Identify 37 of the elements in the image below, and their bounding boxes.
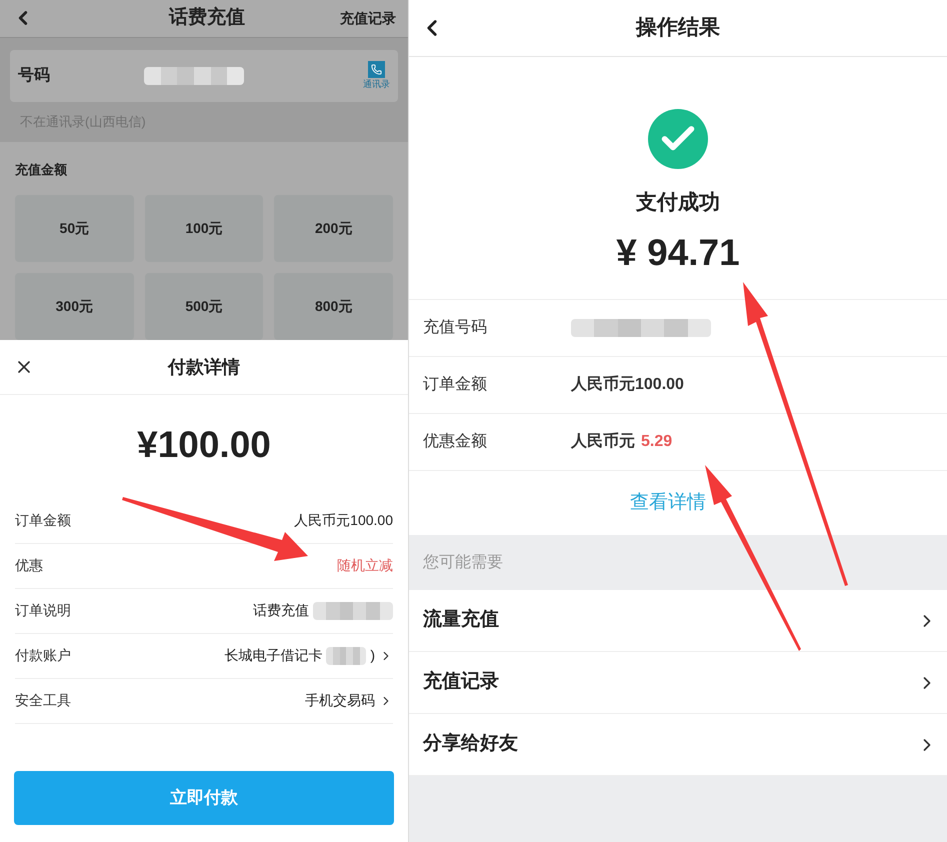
row-label: 优惠金额 bbox=[423, 432, 488, 452]
contacts-book-icon[interactable] bbox=[368, 60, 385, 78]
sheet-title: 付款详情 bbox=[168, 356, 240, 378]
row-value: 话费充值 bbox=[253, 601, 309, 620]
row-label: 优惠 bbox=[15, 556, 43, 575]
amount-option[interactable]: 300元 bbox=[15, 273, 134, 340]
row-value: 人民币元100.00 bbox=[294, 511, 393, 530]
row-label: 安全工具 bbox=[15, 691, 71, 710]
page-title: 话费充值 bbox=[169, 6, 245, 30]
row-value: 人民币元 bbox=[571, 431, 635, 452]
row-label: 订单金额 bbox=[423, 374, 488, 395]
page-title: 操作结果 bbox=[636, 15, 720, 42]
discount-value: 5.29 bbox=[641, 432, 672, 452]
amount-option[interactable]: 200元 bbox=[274, 195, 393, 262]
row-value: 长城电子借记卡 bbox=[224, 646, 322, 665]
payment-amount: ¥100.00 bbox=[136, 423, 272, 467]
row-label: 订单说明 bbox=[15, 601, 71, 620]
row-label: 付款账户 bbox=[15, 646, 71, 665]
status-text: 支付成功 bbox=[636, 190, 720, 216]
section-header: 您可能需要 bbox=[422, 552, 504, 572]
row-label: 充值号码 bbox=[423, 318, 488, 338]
suggestion-item[interactable]: 充值记录 bbox=[409, 652, 947, 714]
field-label: 号码 bbox=[18, 66, 51, 86]
amount-option[interactable]: 500元 bbox=[144, 273, 264, 340]
row-value: 人民币元100.00 bbox=[571, 374, 684, 395]
row-value-suffix: ) bbox=[370, 646, 375, 665]
amount-option[interactable]: 50元 bbox=[15, 195, 134, 262]
amount-option[interactable]: 800元 bbox=[274, 273, 393, 340]
row-value: 随机立减 bbox=[337, 556, 393, 575]
paid-amount: ¥ 94.71 bbox=[616, 230, 740, 274]
row-label: 订单金额 bbox=[15, 511, 71, 530]
section-title: 充值金额 bbox=[15, 160, 68, 178]
row-value: 手机交易码 bbox=[305, 691, 375, 710]
redacted-blur bbox=[326, 646, 366, 664]
recharge-history-link[interactable]: 充值记录 bbox=[340, 8, 396, 29]
amount-option[interactable]: 100元 bbox=[144, 195, 264, 262]
suggestion-item[interactable]: 分享给好友 bbox=[409, 714, 947, 776]
